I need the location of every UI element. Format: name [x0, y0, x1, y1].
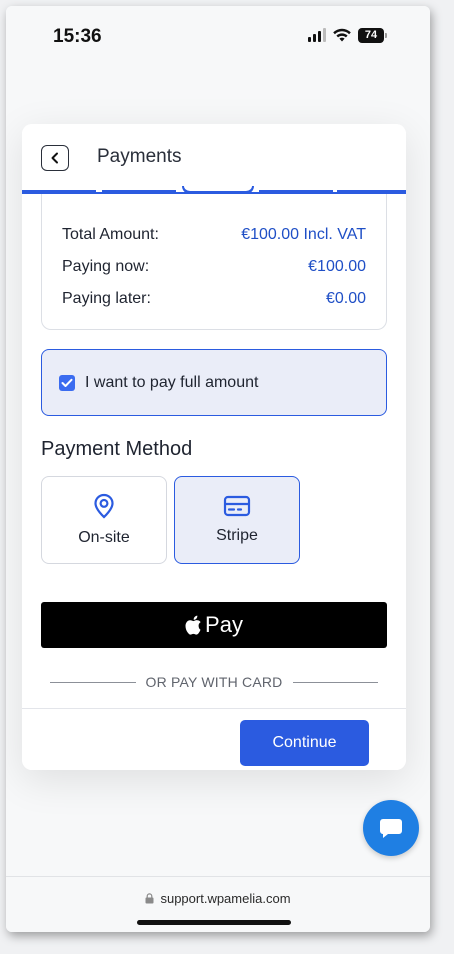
lock-icon [145, 893, 154, 904]
summary-label: Paying later: [62, 290, 151, 307]
status-bar: 15:36 74 [6, 6, 430, 66]
payment-option-on-site[interactable]: On-site [41, 476, 167, 564]
phone-screen: 15:36 74 Payments Total Amount: €100.00 … [6, 6, 430, 932]
wifi-icon [333, 28, 351, 42]
credit-card-icon [223, 495, 251, 517]
summary-value: €0.00 [325, 290, 366, 307]
payment-option-label: Stripe [216, 527, 258, 544]
pay-full-amount-option[interactable]: I want to pay full amount [41, 349, 387, 416]
step-progress-bar [22, 186, 406, 194]
status-time: 15:36 [53, 26, 102, 47]
modal-title: Payments [97, 146, 182, 167]
url-text: support.wpamelia.com [160, 891, 291, 906]
payment-method-title: Payment Method [41, 438, 193, 460]
pay-full-amount-checkbox[interactable] [59, 374, 75, 391]
chevron-left-icon [51, 152, 58, 164]
summary-row-total: Total Amount: €100.00 Incl. VAT [62, 226, 366, 244]
payment-option-stripe[interactable]: Stripe [174, 476, 300, 564]
apple-logo-icon [185, 615, 201, 635]
divider-rule [50, 681, 136, 683]
status-icons: 74 [308, 27, 387, 43]
modal-header: Payments [22, 124, 406, 190]
or-pay-with-card-divider: OR PAY WITH CARD [50, 674, 378, 690]
modal-footer: Continue [22, 708, 406, 770]
summary-label: Total Amount: [62, 226, 159, 243]
progress-step-2 [102, 186, 176, 192]
chat-button[interactable] [363, 800, 419, 856]
progress-step-3 [182, 186, 254, 194]
progress-step-5 [337, 186, 406, 192]
amount-summary-card: Total Amount: €100.00 Incl. VAT Paying n… [41, 194, 387, 330]
signal-icon [308, 28, 326, 42]
or-pay-with-card-text: OR PAY WITH CARD [145, 674, 283, 690]
browser-address-bar: support.wpamelia.com [6, 876, 430, 932]
summary-label: Paying now: [62, 258, 150, 275]
payment-option-label: On-site [78, 529, 130, 546]
continue-button[interactable]: Continue [240, 720, 369, 766]
apple-pay-label: Pay [205, 612, 243, 637]
progress-step-1 [22, 186, 96, 192]
divider-rule [292, 681, 378, 683]
back-button[interactable] [41, 145, 69, 171]
progress-divider [178, 186, 180, 192]
location-pin-icon [94, 493, 114, 519]
url-row[interactable]: support.wpamelia.com [6, 891, 430, 906]
pay-full-amount-label: I want to pay full amount [85, 373, 259, 391]
payments-modal: Payments Total Amount: €100.00 Incl. VAT… [22, 124, 406, 770]
summary-row-paying-later: Paying later: €0.00 [62, 290, 366, 308]
progress-step-4 [259, 186, 333, 192]
summary-value: €100.00 Incl. VAT [241, 226, 366, 243]
apple-pay-button[interactable]: Pay [41, 602, 387, 648]
checkmark-icon [61, 378, 73, 387]
summary-row-paying-now: Paying now: €100.00 [62, 258, 366, 276]
battery-icon: 74 [358, 27, 387, 43]
chat-bubble-icon [380, 819, 402, 838]
home-indicator[interactable] [137, 920, 291, 925]
summary-value: €100.00 [308, 258, 366, 275]
